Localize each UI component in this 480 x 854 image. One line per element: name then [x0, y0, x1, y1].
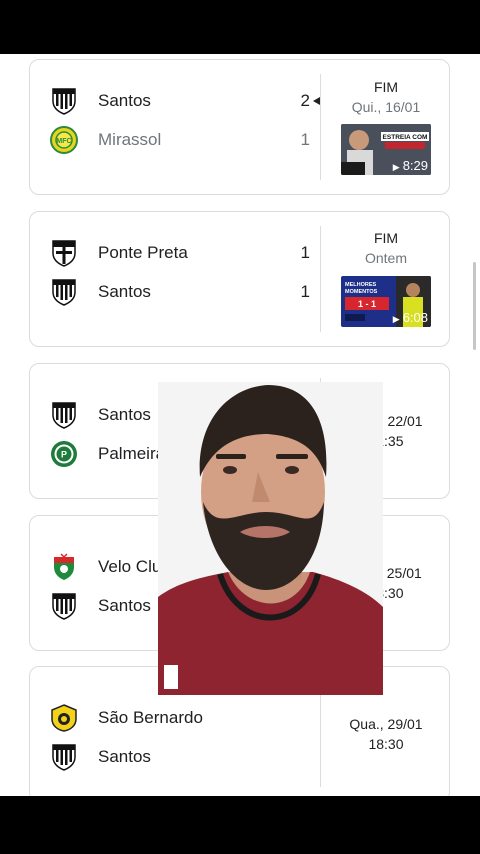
team-name: Mirassol [98, 130, 162, 149]
presenter-video-overlay [158, 382, 383, 695]
match-status: FIM Ontem [321, 228, 451, 268]
svg-text:MELHORES: MELHORES [345, 282, 377, 288]
mirassol-crest-icon: MFC [50, 126, 78, 154]
video-caption: ESTREIA COM [383, 134, 428, 141]
team-row: São Bernardo [50, 704, 310, 732]
bottom-bar [0, 796, 480, 854]
palmeiras-crest-icon: P [50, 440, 78, 468]
team-name: Santos [98, 596, 151, 615]
team-row: Santos 2 [50, 87, 310, 115]
santos-crest-icon [50, 401, 78, 429]
video-thumbnail[interactable]: ESTREIA COM ▶ 8:29 [341, 124, 431, 175]
santos-crest-icon [50, 278, 78, 306]
video-score: 1 - 1 [358, 299, 376, 309]
sao-bernardo-crest-icon [50, 704, 78, 732]
video-duration: ▶ 6:08 [392, 310, 428, 325]
team-name: Santos [98, 747, 151, 766]
team-name: São Bernardo [98, 708, 203, 727]
match-status: FIM Qui., 16/01 [321, 77, 451, 117]
team-name: Ponte Preta [98, 243, 188, 262]
ponte-preta-crest-icon [50, 239, 78, 267]
velo-clube-crest-icon [50, 553, 78, 581]
match-time: 18:30 [368, 736, 404, 752]
team-row: Ponte Preta 1 [50, 239, 310, 267]
team-score: 1 [300, 243, 310, 262]
match-date: Qua., 29/01 [349, 716, 423, 732]
santos-crest-icon [50, 592, 78, 620]
team-score: 2 [300, 91, 310, 110]
team-score: 1 [300, 130, 310, 149]
status-label: FIM [373, 79, 399, 95]
match-date: Ontem [364, 250, 407, 266]
play-icon: ▶ [392, 162, 400, 172]
team-row: Santos 1 [50, 278, 310, 306]
svg-text:MFC: MFC [56, 138, 71, 145]
match-card[interactable]: Ponte Preta 1 Santos 1 FIM Ontem MELHORE… [29, 211, 450, 347]
match-card[interactable]: Santos 2 MFC Mirassol 1 FIM Qui., 16/01 … [29, 59, 450, 195]
team-row: MFC Mirassol 1 [50, 126, 310, 154]
play-icon: ▶ [392, 314, 400, 324]
team-score: 1 [300, 282, 310, 301]
video-duration: ▶ 8:29 [392, 158, 428, 173]
svg-text:MOMENTOS: MOMENTOS [345, 289, 378, 295]
match-schedule: Qua., 29/01 18:30 [321, 714, 451, 754]
santos-crest-icon [50, 87, 78, 115]
match-date: Qui., 16/01 [351, 99, 421, 115]
santos-crest-icon [50, 743, 78, 771]
status-label: FIM [373, 230, 399, 246]
scrollbar[interactable] [473, 262, 476, 350]
team-name: Santos [98, 405, 151, 424]
svg-text:P: P [61, 450, 67, 460]
team-row: Santos [50, 743, 310, 771]
video-thumbnail[interactable]: MELHORES MOMENTOS 1 - 1 ▶ 6:08 [341, 276, 431, 327]
team-name: Santos [98, 282, 151, 301]
winner-marker-icon [313, 97, 320, 105]
team-name: Santos [98, 91, 151, 110]
